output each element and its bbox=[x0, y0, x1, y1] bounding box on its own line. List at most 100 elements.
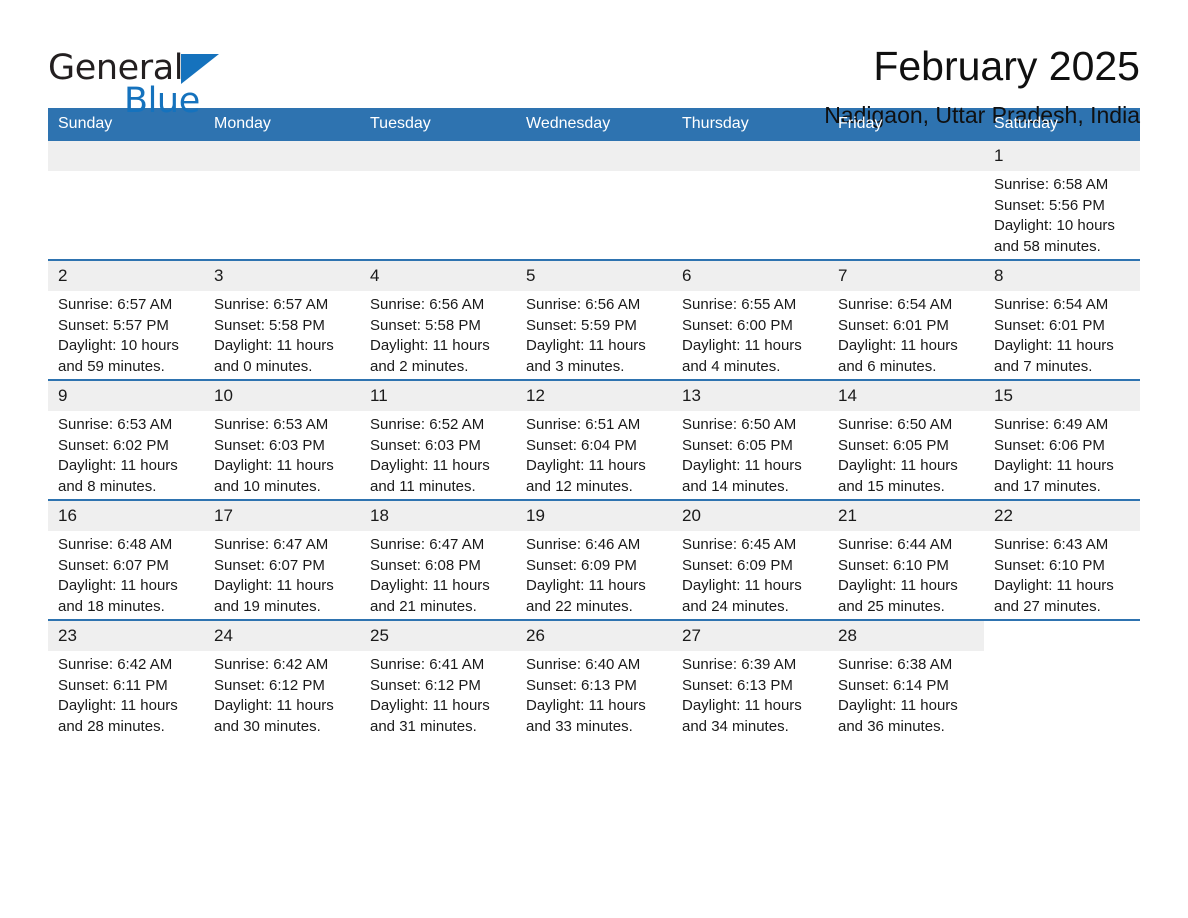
day-number bbox=[984, 621, 1140, 651]
daylight-text-line2: and 25 minutes. bbox=[838, 597, 945, 615]
daylight-text-line1: Daylight: 11 hours bbox=[682, 577, 802, 594]
sunset-text: Sunset: 6:03 PM bbox=[370, 436, 481, 454]
sunrise-text: Sunrise: 6:52 AM bbox=[370, 416, 485, 433]
day-number: 7 bbox=[828, 261, 984, 291]
sunrise-text: Sunrise: 6:56 AM bbox=[526, 296, 641, 313]
calendar-day-cell[interactable]: 21 Sunrise: 6:44 AM Sunset: 6:10 PM Dayligh… bbox=[828, 499, 984, 620]
day-details: Sunrise: 6:41 AM Sunset: 6:12 PM Daylight:… bbox=[360, 651, 516, 737]
day-number: 18 bbox=[360, 501, 516, 531]
day-details: Sunrise: 6:55 AM Sunset: 6:00 PM Daylight:… bbox=[672, 291, 828, 377]
calendar-day-cell[interactable]: 25 Sunrise: 6:41 AM Sunset: 6:12 PM Dayligh… bbox=[360, 619, 516, 739]
calendar-table: Sunday Monday Tuesday Wednesday Thursday… bbox=[48, 108, 1140, 739]
generalblue-logo[interactable]: General Blue bbox=[48, 42, 318, 122]
day-number: 23 bbox=[48, 621, 204, 651]
daylight-text-line1: Daylight: 11 hours bbox=[838, 697, 958, 714]
calendar-day-cell[interactable]: 3 Sunrise: 6:57 AM Sunset: 5:58 PM Daylight… bbox=[204, 259, 360, 380]
day-details: Sunrise: 6:52 AM Sunset: 6:03 PM Daylight:… bbox=[360, 411, 516, 497]
day-number bbox=[360, 141, 516, 171]
sunrise-text: Sunrise: 6:48 AM bbox=[58, 536, 173, 553]
calendar-day-cell[interactable]: 23 Sunrise: 6:42 AM Sunset: 6:11 PM Dayligh… bbox=[48, 619, 204, 739]
calendar-day-cell[interactable]: 5 Sunrise: 6:56 AM Sunset: 5:59 PM Daylight… bbox=[516, 259, 672, 380]
calendar-day-cell[interactable]: 11 Sunrise: 6:52 AM Sunset: 6:03 PM Dayligh… bbox=[360, 379, 516, 500]
daylight-text-line2: and 21 minutes. bbox=[370, 597, 477, 615]
sunset-text: Sunset: 6:02 PM bbox=[58, 436, 169, 454]
day-number: 27 bbox=[672, 621, 828, 651]
daylight-text-line1: Daylight: 11 hours bbox=[214, 337, 334, 354]
day-number: 28 bbox=[828, 621, 984, 651]
day-number: 21 bbox=[828, 501, 984, 531]
daylight-text-line2: and 11 minutes. bbox=[370, 477, 476, 495]
day-details: Sunrise: 6:54 AM Sunset: 6:01 PM Daylight:… bbox=[984, 291, 1140, 377]
sunrise-text: Sunrise: 6:54 AM bbox=[838, 296, 953, 313]
daylight-text-line1: Daylight: 11 hours bbox=[838, 577, 958, 594]
calendar-day-cell[interactable]: 10 Sunrise: 6:53 AM Sunset: 6:03 PM Dayligh… bbox=[204, 379, 360, 500]
daylight-text-line2: and 28 minutes. bbox=[58, 717, 165, 735]
daylight-text-line1: Daylight: 11 hours bbox=[682, 697, 802, 714]
sunrise-text: Sunrise: 6:39 AM bbox=[682, 656, 797, 673]
day-number: 14 bbox=[828, 381, 984, 411]
calendar-day-cell[interactable]: 26 Sunrise: 6:40 AM Sunset: 6:13 PM Dayligh… bbox=[516, 619, 672, 739]
calendar-day-cell[interactable]: 20 Sunrise: 6:45 AM Sunset: 6:09 PM Dayligh… bbox=[672, 499, 828, 620]
weekday-header-wednesday: Wednesday bbox=[516, 108, 672, 141]
calendar-day-cell[interactable]: 22 Sunrise: 6:43 AM Sunset: 6:10 PM Dayligh… bbox=[984, 499, 1140, 620]
day-number: 8 bbox=[984, 261, 1140, 291]
daylight-text-line1: Daylight: 11 hours bbox=[370, 697, 490, 714]
page-header: General Blue February 2025 Nadigaon, Utt… bbox=[48, 0, 1140, 128]
daylight-text-line1: Daylight: 11 hours bbox=[58, 697, 178, 714]
triangle-icon bbox=[181, 54, 220, 84]
daylight-text-line2: and 31 minutes. bbox=[370, 717, 477, 735]
calendar-day-cell[interactable]: 14 Sunrise: 6:50 AM Sunset: 6:05 PM Dayligh… bbox=[828, 379, 984, 500]
calendar-empty-cell bbox=[516, 141, 672, 260]
calendar-day-cell[interactable]: 13 Sunrise: 6:50 AM Sunset: 6:05 PM Dayligh… bbox=[672, 379, 828, 500]
daylight-text-line1: Daylight: 11 hours bbox=[994, 577, 1114, 594]
day-number: 5 bbox=[516, 261, 672, 291]
daylight-text-line2: and 7 minutes. bbox=[994, 357, 1093, 375]
daylight-text-line2: and 19 minutes. bbox=[214, 597, 321, 615]
calendar-day-cell[interactable]: 15 Sunrise: 6:49 AM Sunset: 6:06 PM Dayligh… bbox=[984, 379, 1140, 500]
daylight-text-line2: and 8 minutes. bbox=[58, 477, 157, 495]
sunrise-text: Sunrise: 6:57 AM bbox=[58, 296, 173, 313]
daylight-text-line1: Daylight: 11 hours bbox=[526, 337, 646, 354]
calendar-day-cell[interactable]: 19 Sunrise: 6:46 AM Sunset: 6:09 PM Dayligh… bbox=[516, 499, 672, 620]
logo-text-blue: Blue bbox=[124, 81, 200, 121]
sunset-text: Sunset: 6:01 PM bbox=[994, 316, 1105, 334]
calendar-day-cell[interactable]: 28 Sunrise: 6:38 AM Sunset: 6:14 PM Dayligh… bbox=[828, 619, 984, 739]
calendar-empty-cell bbox=[828, 141, 984, 260]
day-details: Sunrise: 6:54 AM Sunset: 6:01 PM Daylight:… bbox=[828, 291, 984, 377]
calendar-day-cell[interactable]: 16 Sunrise: 6:48 AM Sunset: 6:07 PM Dayligh… bbox=[48, 499, 204, 620]
calendar-day-cell[interactable]: 17 Sunrise: 6:47 AM Sunset: 6:07 PM Dayligh… bbox=[204, 499, 360, 620]
day-details: Sunrise: 6:49 AM Sunset: 6:06 PM Daylight:… bbox=[984, 411, 1140, 497]
day-number: 26 bbox=[516, 621, 672, 651]
daylight-text-line1: Daylight: 11 hours bbox=[838, 337, 958, 354]
day-details: Sunrise: 6:39 AM Sunset: 6:13 PM Daylight:… bbox=[672, 651, 828, 737]
sunrise-text: Sunrise: 6:38 AM bbox=[838, 656, 953, 673]
day-details: Sunrise: 6:47 AM Sunset: 6:08 PM Daylight:… bbox=[360, 531, 516, 617]
calendar-week-row: 9 Sunrise: 6:53 AM Sunset: 6:02 PM Daylight… bbox=[48, 379, 1140, 500]
calendar-day-cell[interactable]: 8 Sunrise: 6:54 AM Sunset: 6:01 PM Daylight… bbox=[984, 259, 1140, 380]
daylight-text-line2: and 18 minutes. bbox=[58, 597, 165, 615]
sunset-text: Sunset: 6:12 PM bbox=[370, 676, 481, 694]
calendar-day-cell[interactable]: 7 Sunrise: 6:54 AM Sunset: 6:01 PM Daylight… bbox=[828, 259, 984, 380]
daylight-text-line2: and 17 minutes. bbox=[994, 477, 1101, 495]
day-details: Sunrise: 6:51 AM Sunset: 6:04 PM Daylight:… bbox=[516, 411, 672, 497]
calendar-day-cell[interactable]: 27 Sunrise: 6:39 AM Sunset: 6:13 PM Dayligh… bbox=[672, 619, 828, 739]
day-number bbox=[204, 141, 360, 171]
calendar-day-cell[interactable]: 9 Sunrise: 6:53 AM Sunset: 6:02 PM Daylight… bbox=[48, 379, 204, 500]
daylight-text-line1: Daylight: 10 hours bbox=[994, 217, 1115, 234]
calendar-day-cell[interactable]: 12 Sunrise: 6:51 AM Sunset: 6:04 PM Dayligh… bbox=[516, 379, 672, 500]
calendar-empty-cell bbox=[204, 141, 360, 260]
calendar-day-cell[interactable]: 4 Sunrise: 6:56 AM Sunset: 5:58 PM Daylight… bbox=[360, 259, 516, 380]
day-details: Sunrise: 6:58 AM Sunset: 5:56 PM Daylight:… bbox=[984, 171, 1140, 257]
sunrise-text: Sunrise: 6:56 AM bbox=[370, 296, 485, 313]
calendar-day-cell[interactable]: 2 Sunrise: 6:57 AM Sunset: 5:57 PM Daylight… bbox=[48, 259, 204, 380]
daylight-text-line2: and 30 minutes. bbox=[214, 717, 321, 735]
daylight-text-line1: Daylight: 11 hours bbox=[370, 337, 490, 354]
calendar-day-cell[interactable]: 6 Sunrise: 6:55 AM Sunset: 6:00 PM Daylight… bbox=[672, 259, 828, 380]
daylight-text-line2: and 10 minutes. bbox=[214, 477, 321, 495]
sunset-text: Sunset: 6:10 PM bbox=[838, 556, 949, 574]
calendar-day-cell[interactable]: 18 Sunrise: 6:47 AM Sunset: 6:08 PM Dayligh… bbox=[360, 499, 516, 620]
daylight-text-line1: Daylight: 11 hours bbox=[994, 337, 1114, 354]
calendar-day-cell[interactable]: 24 Sunrise: 6:42 AM Sunset: 6:12 PM Dayligh… bbox=[204, 619, 360, 739]
calendar-day-cell[interactable]: 1 Sunrise: 6:58 AM Sunset: 5:56 PM Daylight… bbox=[984, 141, 1140, 260]
daylight-text-line1: Daylight: 11 hours bbox=[526, 577, 646, 594]
